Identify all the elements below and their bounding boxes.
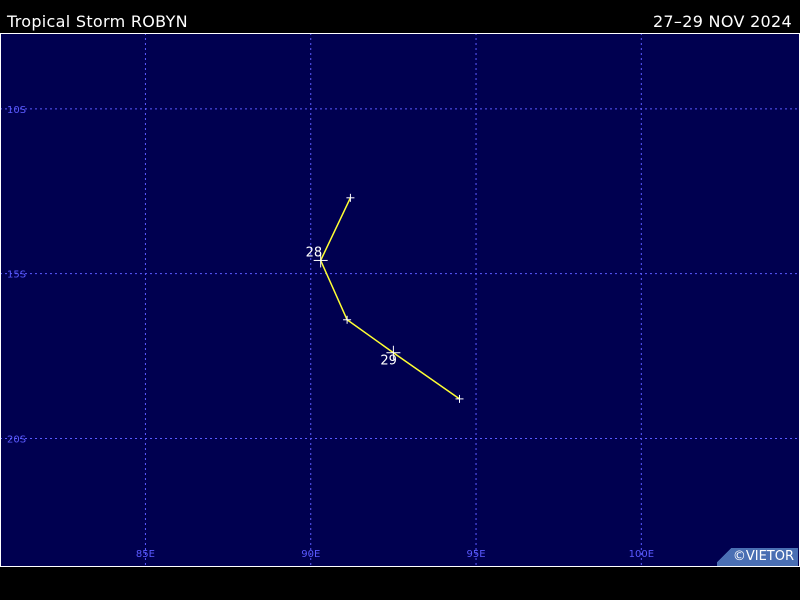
track-map-canvas: 85E 90E 95E 100E 10S 15S 20S 28 29 (0, 33, 800, 567)
day-label: 28 (306, 245, 323, 260)
day-label: 29 (380, 354, 397, 369)
lon-tick-label: 100E (629, 549, 654, 560)
header-bar: Tropical Storm ROBYN 27–29 NOV 2024 (0, 0, 800, 34)
lon-tick-label: 95E (467, 549, 486, 560)
lon-tick-label: 85E (136, 549, 155, 560)
ocean-background (0, 33, 800, 567)
footer-bar (0, 567, 800, 600)
storm-title: Tropical Storm ROBYN (7, 12, 188, 31)
track-map: 85E 90E 95E 100E 10S 15S 20S 28 29 (0, 33, 800, 567)
lat-tick-label: 15S (7, 270, 26, 281)
lat-tick-label: 20S (7, 434, 26, 445)
date-range: 27–29 NOV 2024 (652, 12, 792, 31)
credit-label: ©VIETOR (716, 548, 798, 566)
lon-tick-label: 90E (301, 549, 320, 560)
lat-tick-label: 10S (7, 105, 26, 116)
